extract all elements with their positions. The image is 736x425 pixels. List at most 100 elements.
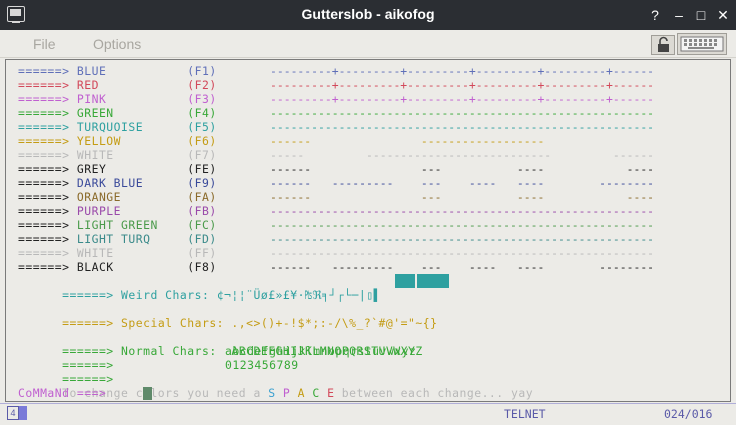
maximize-button[interactable]: □ <box>692 6 710 24</box>
color-name: GREY <box>69 162 188 176</box>
function-key: (F8) <box>187 260 217 274</box>
color-name: PINK <box>69 92 188 106</box>
color-name: LIGHT GREEN <box>69 218 188 232</box>
color-sample-line: ------ --- ---- ---- <box>270 190 655 204</box>
keyboard-lock-icon: 4 <box>7 406 19 420</box>
menu-options[interactable]: Options <box>93 36 141 52</box>
color-name: YELLOW <box>69 134 188 148</box>
color-sample-line: ----------------------------------------… <box>270 218 655 232</box>
color-name: TURQUOISE <box>69 120 188 134</box>
special-label: Special Chars: <box>121 316 225 330</box>
row-arrow: ======> <box>18 162 70 176</box>
color-name: ORANGE <box>69 190 188 204</box>
row-arrow: ======> <box>18 120 70 134</box>
cursor-position: 024/016 <box>664 407 713 421</box>
status-bar: 4 TELNET 024/016 <box>0 403 736 425</box>
function-key: (F7) <box>187 148 217 162</box>
function-key: (F3) <box>187 92 217 106</box>
row-arrow: ======> <box>18 78 70 92</box>
window-title: Gutterslob - aikofog <box>301 6 435 22</box>
terminal-window: Gutterslob - aikofog ? – □ ✕ File Option… <box>0 0 736 425</box>
help-button[interactable]: ? <box>646 6 664 24</box>
row-arrow: ======> <box>18 260 70 274</box>
weird-label: Weird Chars: <box>121 288 210 302</box>
menu-bar: File Options <box>0 30 736 58</box>
hint-line: To change colors you need a S P A C E be… <box>18 372 533 400</box>
weird-chars: ¢¬¦¦¨Üø£»£¥·₧ℜ╕┘┌└─|▯▌ <box>216 288 381 302</box>
weird-block-2 <box>417 274 449 288</box>
status-indicator-block <box>19 406 27 420</box>
terminal-screen[interactable]: ======> BLUE (F1) ---------+---------+---… <box>5 59 731 402</box>
color-row: ======> LIGHT TURQ (FD) <box>18 232 217 246</box>
color-sample-line: ----------------------------------------… <box>270 246 655 260</box>
color-sample-line: ----------------------------------------… <box>270 204 655 218</box>
special-chars-line: ======> Special Chars: .,<>()+-!$*;:-/\%… <box>18 302 437 330</box>
row-arrow: ======> <box>18 148 70 162</box>
color-sample-line: ---------+---------+---------+---------+… <box>270 92 655 106</box>
color-sample-line: ------ --------- --- ---- ---- -------- <box>270 176 655 190</box>
text-cursor[interactable] <box>143 387 152 400</box>
minimize-button[interactable]: – <box>670 6 688 24</box>
hint-letter-s: S <box>268 386 276 400</box>
function-key: (F1) <box>187 64 217 78</box>
color-row: ======> WHITE (F7) <box>18 148 217 162</box>
keyboard-button[interactable] <box>677 33 727 55</box>
function-key: (F2) <box>187 78 217 92</box>
lock-button[interactable] <box>651 35 675 55</box>
function-key: (FC) <box>187 218 217 232</box>
keyboard-icon <box>680 36 724 52</box>
color-sample-line: ----------------------------------------… <box>270 120 655 134</box>
function-key: (FA) <box>187 190 217 204</box>
weird-arrow: ======> <box>62 288 114 302</box>
color-sample-line: ---------+---------+---------+---------+… <box>270 78 655 92</box>
color-sample-line: ----- --------------------------- ------ <box>270 148 655 162</box>
color-name: WHITE <box>69 148 188 162</box>
color-row: ======> PINK (F3) <box>18 92 217 106</box>
weird-block-1 <box>395 274 415 288</box>
color-row: ======> LIGHT GREEN (FC) <box>18 218 217 232</box>
color-row: ======> RED (F2) <box>18 78 217 92</box>
color-sample-line: ------ --------- --- ---- ---- -------- <box>270 260 655 274</box>
color-row: ======> TURQUOISE (F5) <box>18 120 217 134</box>
menu-file[interactable]: File <box>33 36 56 52</box>
color-row: ======> GREEN (F4) <box>18 106 217 120</box>
function-key: (FF) <box>187 246 217 260</box>
row-arrow: ======> <box>18 176 70 190</box>
color-sample-line: ---------+---------+---------+---------+… <box>270 64 655 78</box>
close-button[interactable]: ✕ <box>714 6 732 24</box>
normal-digits: 0123456789 <box>225 358 299 372</box>
color-name: WHITE <box>69 246 188 260</box>
color-sample-line: ----------------------------------------… <box>270 106 655 120</box>
row-arrow: ======> <box>18 204 70 218</box>
normal-lower: abcdefghijklmnopqrstuvwxyz <box>225 344 417 358</box>
color-row: ======> YELLOW (F6) <box>18 134 217 148</box>
title-bar: Gutterslob - aikofog ? – □ ✕ <box>0 0 736 30</box>
color-sample-line: ----------------------------------------… <box>270 232 655 246</box>
hint-letter-p: P <box>282 386 291 400</box>
row-arrow: ======> <box>18 218 70 232</box>
normal-lower-line: ======> <box>18 344 114 372</box>
weird-chars-line: ======> Weird Chars: ¢¬¦¦¨Üø£»£¥·₧ℜ╕┘┌└─… <box>18 274 381 302</box>
function-key: (FD) <box>187 232 217 246</box>
hint-letter-c: C <box>312 386 320 400</box>
command-prompt: CoMMaNd ===> <box>18 386 107 400</box>
function-key: (FB) <box>187 204 217 218</box>
color-row: ======> WHITE (FF) <box>18 246 217 260</box>
function-key: (F4) <box>187 106 217 120</box>
color-name: BLUE <box>69 64 188 78</box>
color-name: GREEN <box>69 106 188 120</box>
color-sample-line: ------ --- ---- ---- <box>270 162 655 176</box>
hint-letter-a: A <box>297 386 305 400</box>
color-row: ======> PURPLE (FB) <box>18 204 217 218</box>
color-row: ======> DARK BLUE (F9) <box>18 176 217 190</box>
color-name: PURPLE <box>69 204 188 218</box>
color-row: ======> ORANGE (FA) <box>18 190 217 204</box>
function-key: (F6) <box>187 134 217 148</box>
function-key: (F9) <box>187 176 217 190</box>
row-arrow: ======> <box>18 106 70 120</box>
row-arrow: ======> <box>18 92 70 106</box>
color-row: ======> BLUE (F1) <box>18 64 217 78</box>
color-sample-line: ------ ------------------ <box>270 134 655 148</box>
normal-digits-line: ======> <box>18 358 114 386</box>
row-arrow: ======> <box>18 246 70 260</box>
